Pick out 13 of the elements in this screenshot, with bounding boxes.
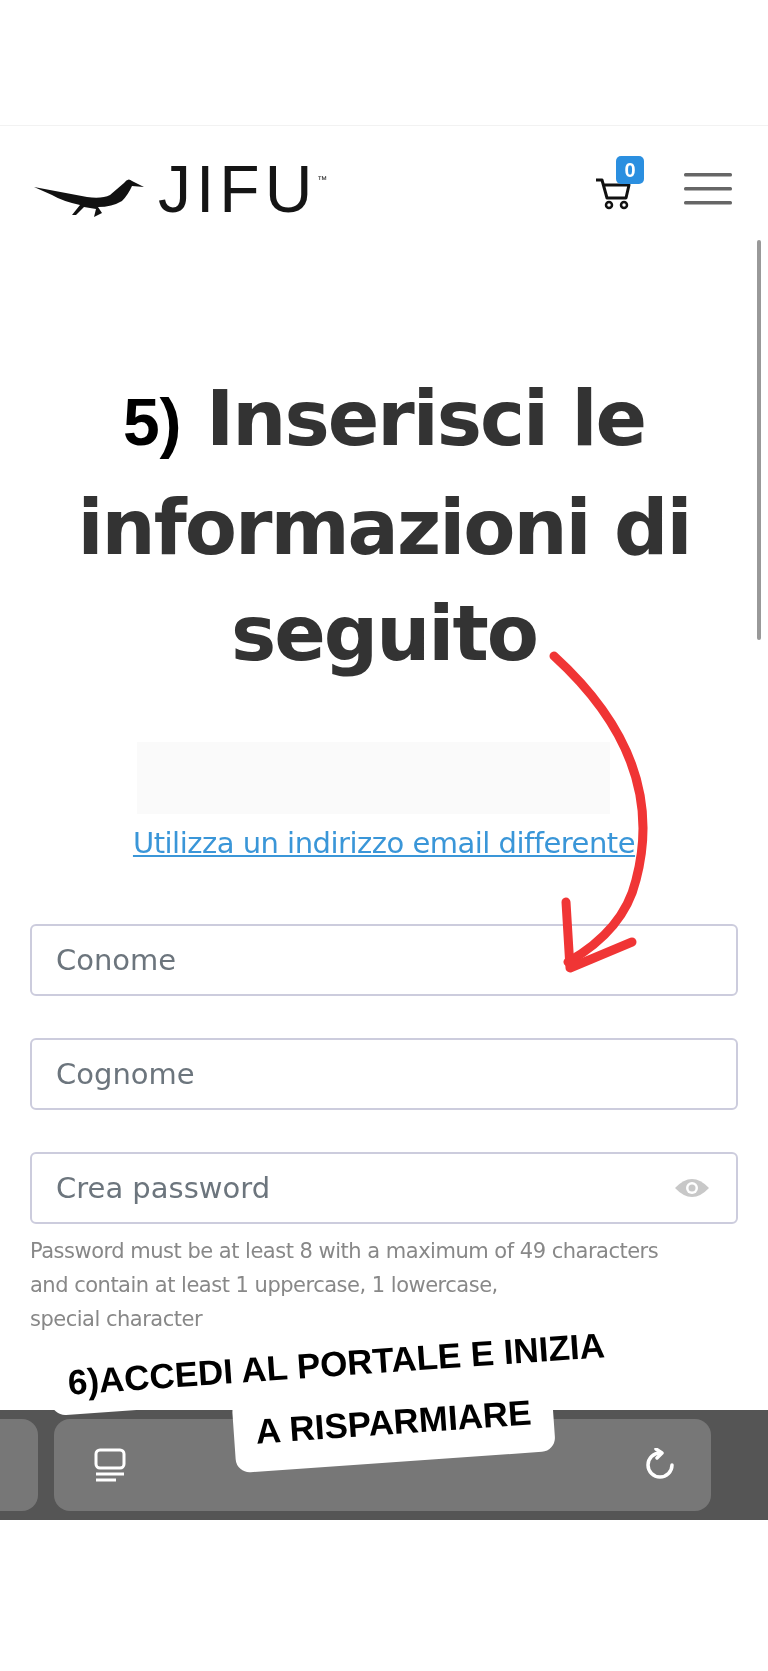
password-field[interactable]: Crea password bbox=[30, 1152, 738, 1224]
password-hint: Password must be at least 8 with a maximum of 49 characters bbox=[30, 1238, 660, 1265]
input-field[interactable]: Cognome bbox=[30, 1038, 738, 1110]
reload-icon[interactable] bbox=[643, 1448, 677, 1482]
cart-count: 0 bbox=[616, 155, 644, 184]
trademark: ™ bbox=[317, 173, 328, 185]
password-hint: and contain at least 1 uppercase, 1 lowercase, bbox=[30, 1272, 499, 1299]
logo-text: JIFU bbox=[158, 155, 318, 222]
menu-icon[interactable] bbox=[684, 170, 732, 207]
page-title: 5) Inserisci le informazioni di seguito bbox=[76, 373, 692, 680]
input-field[interactable]: Conome bbox=[30, 924, 738, 996]
tabs-icon[interactable] bbox=[94, 1448, 126, 1482]
change-email-link[interactable]: Utilizza un indirizzo email differente bbox=[132, 826, 636, 860]
